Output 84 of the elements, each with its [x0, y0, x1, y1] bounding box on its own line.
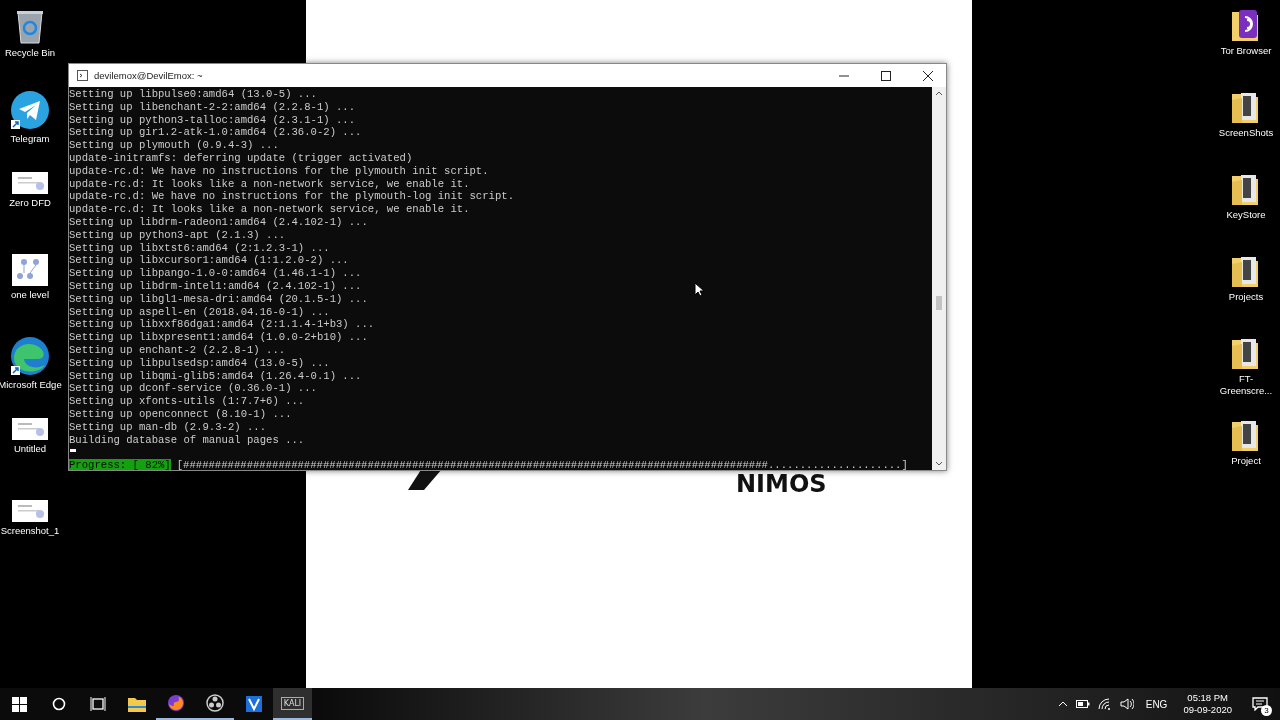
message-icon[interactable] — [1252, 697, 1268, 711]
terminal-line: Building database of manual pages ... — [69, 433, 305, 447]
terminal-line: Setting up libpulsedsp:amd64 (13.0-5) ... — [69, 356, 330, 370]
folder-icon[interactable] — [1231, 90, 1261, 124]
wifi-icon[interactable] — [1097, 698, 1112, 710]
desktop-icon-label[interactable]: Projects — [1228, 291, 1264, 303]
language-indicator[interactable]: ENG — [1145, 698, 1168, 710]
progress-bar-text: [############################################################################################.....................] — [176, 459, 908, 470]
terminal-icon — [77, 70, 88, 81]
document-thumbnail-icon[interactable] — [12, 418, 48, 440]
maximize-icon[interactable] — [881, 70, 891, 81]
paper-plane-icon[interactable] — [10, 90, 50, 130]
document-thumbnail-icon[interactable] — [12, 500, 48, 522]
terminal-line: Setting up man-db (2.9.3-2) ... — [69, 420, 267, 434]
task-view-icon — [89, 697, 106, 711]
diagram-thumbnail-icon[interactable] — [12, 254, 48, 286]
terminal-line: update-initramfs: deferring update (trigger activated) — [69, 152, 413, 165]
terminal-line: Setting up python3-talloc:amd64 (2.3.1-1) ... — [69, 113, 356, 127]
terminal-line: Setting up gir1.2-atk-1.0:amd64 (2.36.0-2) ... — [69, 126, 362, 140]
terminal-line: update-rc.d: It looks like a non-network service, we enable it. — [69, 177, 470, 191]
terminal-line: Setting up libdrm-radeon1:amd64 (2.4.102-1) ... — [69, 215, 368, 229]
v-letter-app-icon — [245, 696, 262, 712]
desktop-icon-label[interactable]: Project — [1231, 455, 1261, 467]
kali-app-badge: KALI — [280, 696, 305, 710]
search-icon — [51, 697, 66, 711]
folder-icon[interactable] — [1231, 172, 1261, 206]
folder-icon[interactable] — [1231, 418, 1261, 452]
desktop-icon-label[interactable]: ScreenShots — [1218, 127, 1274, 139]
terminal-line: Setting up aspell-en (2018.04.16-0-1) ... — [69, 305, 330, 319]
desktop-icon-label[interactable]: KeyStore — [1226, 209, 1266, 221]
terminal-line: Setting up libpulse0:amd64 (13.0-5) ... — [69, 88, 317, 101]
terminal-line: Setting up plymouth (0.9.4-3) ... — [69, 139, 279, 152]
desktop-icon-label[interactable]: Recycle Bin — [4, 47, 56, 59]
terminal-line: Setting up libenchant-2-2:amd64 (2.2.8-1) ... — [69, 100, 356, 114]
desktop-icon-label[interactable]: Microsoft Edge — [0, 379, 62, 391]
terminal-line: update-rc.d: We have no instructions for the plymouth init script. — [69, 164, 489, 178]
scroll-thumb[interactable] — [936, 296, 942, 310]
battery-icon[interactable] — [1075, 700, 1090, 708]
desktop-icon-label[interactable]: one level — [11, 289, 49, 301]
mouse-pointer-icon — [694, 282, 704, 297]
onion-folder-icon[interactable] — [1231, 8, 1261, 42]
document-thumbnail-icon[interactable] — [12, 172, 48, 194]
window-title: devilemox@DevilEmox: ~ — [94, 70, 203, 81]
desktop-icon-label[interactable]: FT-Greenscre... — [1213, 373, 1279, 397]
terminal-line: Setting up libxcursor1:amd64 (1:1.2.0-2) ... — [69, 254, 349, 268]
terminal-line: Setting up libpango-1.0-0:amd64 (1.46.1-1) ... — [69, 267, 362, 280]
terminal-line: Setting up libdrm-intel1:amd64 (2.4.102-1) ... — [69, 279, 362, 293]
desktop-icon-label[interactable]: Untitled — [13, 443, 47, 455]
close-icon[interactable] — [923, 70, 933, 81]
scroll-down-icon[interactable] — [935, 461, 943, 467]
speaker-icon[interactable] — [1119, 698, 1134, 710]
folder-icon — [127, 696, 146, 712]
folder-icon[interactable] — [1231, 254, 1261, 288]
logo-text: NIMOS — [736, 472, 827, 496]
notification-count: 3 — [1261, 705, 1272, 716]
terminal-line: Setting up libxpresent1:amd64 (1.0.0-2+b10) ... — [69, 331, 368, 344]
terminal-line: update-rc.d: It looks like a non-network service, we enable it. — [69, 203, 470, 216]
terminal-line: Setting up libxxf86dga1:amd64 (2:1.1.4-1+b3) ... — [69, 318, 375, 332]
terminal-line: Setting up openconnect (8.10-1) ... — [69, 407, 292, 421]
wave-logo-icon[interactable] — [10, 336, 50, 376]
terminal-line: Setting up libxtst6:amd64 (2:1.2.3-1) ... — [69, 241, 330, 255]
scroll-up-icon[interactable] — [935, 90, 943, 96]
terminal-line: Setting up xfonts-utils (1:7.7+6) ... — [69, 395, 305, 408]
clock[interactable]: 05:18 PM 09-09-2020 — [1183, 692, 1232, 716]
folder-icon[interactable] — [1231, 336, 1261, 370]
terminal-line: Setting up enchant-2 (2.2.8-1) ... — [69, 343, 286, 357]
show-hidden-icons-icon[interactable] — [1057, 701, 1068, 707]
desktop-icon-label[interactable]: Tor Browser — [1220, 45, 1272, 57]
progress-label: Progress: [ 82%] — [69, 459, 171, 470]
desktop-icon-label[interactable]: Screenshot_1 — [0, 525, 60, 537]
windows-logo-icon — [12, 696, 27, 712]
desktop-icon-label[interactable]: Zero DFD — [9, 197, 51, 209]
text-cursor — [70, 449, 76, 453]
terminal-line: Setting up libgl1-mesa-dri:amd64 (20.1.5-1) ... — [69, 292, 368, 306]
scrollbar[interactable] — [932, 87, 946, 470]
recycle-bin-icon[interactable] — [15, 8, 45, 44]
aperture-icon — [205, 694, 224, 712]
terminal-line: Setting up python3-apt (2.1.3) ... — [69, 228, 286, 242]
desktop-icon-label[interactable]: Telegram — [10, 133, 50, 145]
fox-globe-icon — [166, 694, 185, 712]
terminal-line: Setting up libqmi-glib5:amd64 (1.26.4-0.1) ... — [69, 369, 362, 383]
taskbar-button[interactable]: KALI — [273, 688, 312, 720]
terminal-line: update-rc.d: We have no instructions for the plymouth-log init script. — [69, 190, 514, 204]
terminal-line: Setting up dconf-service (0.36.0-1) ... — [69, 382, 317, 396]
